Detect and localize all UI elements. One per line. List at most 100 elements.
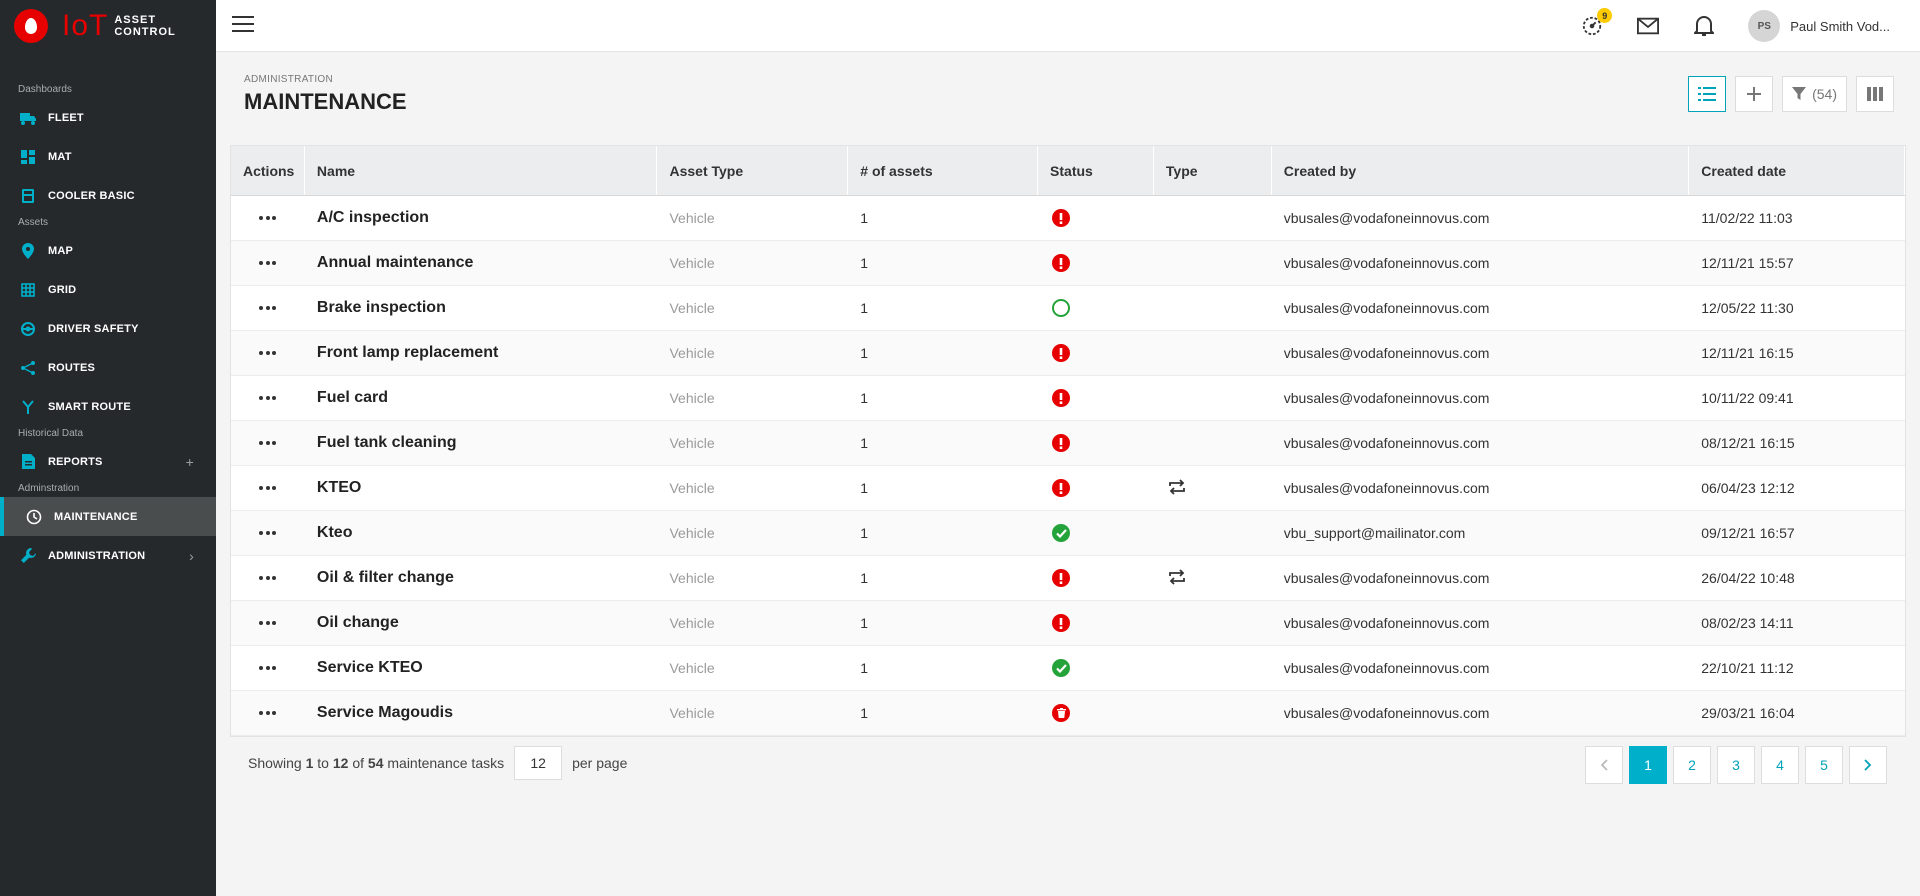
created-date: 10/11/22 09:41 [1701,390,1794,406]
sidebar-item-reports[interactable]: REPORTS + [0,442,216,481]
task-name[interactable]: Fuel card [305,376,658,420]
task-name[interactable]: Service KTEO [305,646,658,690]
more-actions-icon[interactable] [259,576,279,580]
brand-iot: IoT [62,9,109,42]
task-name[interactable]: Front lamp replacement [305,331,658,375]
truck-icon [20,110,36,126]
table-row[interactable]: A/C inspection Vehicle 1 vbusales@vodafonei… [231,196,1905,241]
vodafone-logo-icon [14,9,48,43]
table-row[interactable]: Fuel tank cleaning Vehicle 1 vbusales@vodaf… [231,421,1905,466]
asset-type: Vehicle [669,480,715,496]
more-actions-icon[interactable] [259,666,279,670]
table-row[interactable]: Annual maintenance Vehicle 1 vbusales@vodaf… [231,241,1905,286]
more-actions-icon[interactable] [259,351,279,355]
mail-icon[interactable] [1636,14,1660,38]
task-name[interactable]: Oil change [305,601,658,645]
type-cell [1154,196,1272,240]
page-2-button[interactable]: 2 [1673,746,1711,784]
sidebar-item-routes[interactable]: ROUTES [0,348,216,387]
page-4-button[interactable]: 4 [1761,746,1799,784]
column-header-asset-type[interactable]: Asset Type [657,146,849,195]
sidebar-item-smart-route[interactable]: SMART ROUTE [0,387,216,426]
more-actions-icon[interactable] [259,306,279,310]
table-row[interactable]: Brake inspection Vehicle 1 vbusales@vodafon… [231,286,1905,331]
nav-section-label: Assets [18,217,49,228]
page-3-button[interactable]: 3 [1717,746,1755,784]
per-page-input[interactable] [514,746,563,780]
row-actions-cell [231,691,305,735]
asset-count: 1 [860,345,869,361]
next-page-button[interactable] [1849,746,1887,784]
sidebar-item-driver-safety[interactable]: DRIVER SAFETY [0,309,216,348]
page-5-button[interactable]: 5 [1805,746,1843,784]
list-view-button[interactable] [1688,76,1727,112]
sidebar-item-fleet[interactable]: FLEET [0,98,216,137]
table-row[interactable]: Oil change Vehicle 1 vbusales@vodafoneinnov… [231,601,1905,646]
pagination: 12345 [1579,746,1887,784]
created-date: 08/02/23 14:11 [1701,615,1794,631]
table-row[interactable]: Oil & filter change Vehicle 1 vbusales@voda… [231,556,1905,601]
sidebar-item-grid[interactable]: GRID [0,270,216,309]
created-by: vbusales@vodafoneinnovus.com [1283,255,1490,271]
row-actions-cell [231,646,305,690]
per-page-label: per page [572,755,628,771]
created-date: 29/03/21 16:04 [1701,705,1795,721]
task-name[interactable]: Brake inspection [305,286,658,330]
alerts-gauge-icon[interactable]: 9 [1580,8,1613,38]
sidebar-item-mat[interactable]: MAT [0,137,216,176]
column-header-created-date[interactable]: Created date [1689,146,1905,195]
column-header-name[interactable]: Name [305,146,658,195]
bell-icon[interactable] [1692,14,1716,38]
asset-type: Vehicle [669,525,715,541]
more-actions-icon[interactable] [259,441,279,445]
task-name[interactable]: Kteo [305,511,658,555]
sidebar-item-maintenance[interactable]: MAINTENANCE [0,497,216,536]
menu-toggle-icon[interactable] [232,16,254,34]
more-actions-icon[interactable] [259,531,279,535]
sidebar-item-cooler-basic[interactable]: COOLER BASIC [0,176,216,215]
breadcrumb[interactable]: ADMINISTRATION [244,74,407,85]
more-actions-icon[interactable] [259,621,279,625]
asset-count: 1 [860,570,869,586]
table-row[interactable]: Kteo Vehicle 1 vbu_support@mailinator.com 09… [231,511,1905,556]
asset-count: 1 [860,435,869,451]
column-header-type[interactable]: Type [1154,146,1272,195]
add-report-icon[interactable]: + [186,454,194,470]
toolbar: (54) [1679,76,1894,112]
table-row[interactable]: KTEO Vehicle 1 vbusales@vodafoneinnovus.com… [231,466,1905,511]
more-actions-icon[interactable] [259,711,279,715]
table-row[interactable]: Fuel card Vehicle 1 vbusales@vodafoneinnovu… [231,376,1905,421]
task-name[interactable]: A/C inspection [305,196,658,240]
created-by: vbu_support@mailinator.com [1283,525,1466,541]
table-row[interactable]: Service KTEO Vehicle 1 vbusales@vodafoneinn… [231,646,1905,691]
task-name[interactable]: Oil & filter change [305,556,658,600]
chevron-right-icon[interactable]: › [189,548,194,564]
column-header-created-by[interactable]: Created by [1272,146,1690,195]
task-name[interactable]: Service Magoudis [305,691,658,735]
brand-logo[interactable]: IoT ASSET CONTROL [0,0,216,52]
status-pending-icon [1038,286,1154,330]
more-actions-icon[interactable] [259,486,279,490]
page-1-button[interactable]: 1 [1629,746,1667,784]
status-overdue-icon [1038,331,1154,375]
created-by: vbusales@vodafoneinnovus.com [1283,615,1490,631]
type-cell [1154,421,1272,465]
table-row[interactable]: Service Magoudis Vehicle 1 vbusales@vodafon… [231,691,1905,736]
column-header-of-assets[interactable]: # of assets [848,146,1039,195]
filter-button[interactable]: (54) [1782,76,1847,112]
columns-button[interactable] [1856,76,1894,112]
sidebar-item-administration[interactable]: ADMINISTRATION › [0,536,216,575]
task-name[interactable]: Fuel tank cleaning [305,421,658,465]
task-name[interactable]: Annual maintenance [305,241,658,285]
more-actions-icon[interactable] [259,261,279,265]
add-button[interactable] [1735,76,1774,112]
more-actions-icon[interactable] [259,216,279,220]
task-name[interactable]: KTEO [305,466,658,510]
status-overdue-icon [1038,196,1154,240]
asset-count: 1 [860,390,869,406]
prev-page-button[interactable] [1585,746,1623,784]
user-menu[interactable]: PS Paul Smith Vod... [1748,10,1890,42]
table-row[interactable]: Front lamp replacement Vehicle 1 vbusales@v… [231,331,1905,376]
more-actions-icon[interactable] [259,396,279,400]
sidebar-item-map[interactable]: MAP [0,231,216,270]
